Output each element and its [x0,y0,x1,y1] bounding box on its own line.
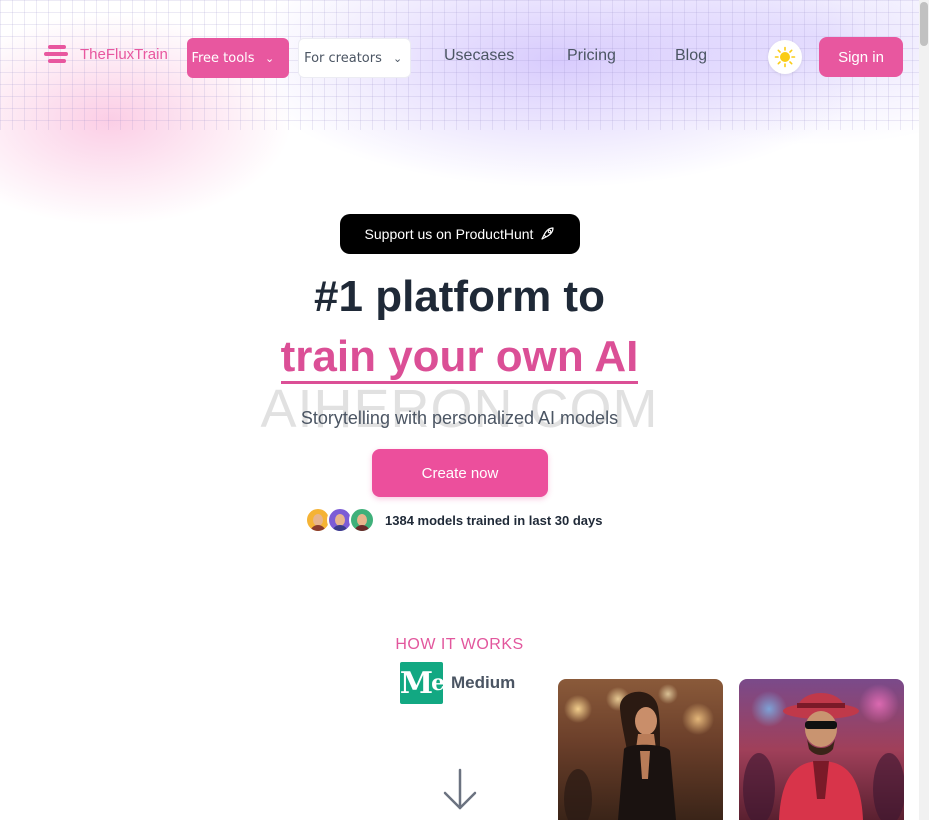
free-tools-label: Free tools [191,50,255,66]
producthunt-label: Support us on ProductHunt [364,226,534,242]
how-it-works-heading: HOW IT WORKS [395,636,524,653]
models-trained-count: 1384 models trained in last 30 days [385,512,603,528]
example-image-woman[interactable] [558,679,723,820]
hero-subtitle: Storytelling with personalized AI models [300,408,619,428]
scrollbar-thumb[interactable] [920,2,928,46]
example-image-man[interactable] [739,679,904,820]
chevron-down-icon: ⌄ [265,51,275,65]
theme-toggle-button[interactable] [768,40,802,74]
hero-headline-highlight: train your own AI [280,332,639,384]
social-proof: 1384 models trained in last 30 days [305,507,603,533]
nav-link-blog[interactable]: Blog [675,47,707,65]
free-tools-dropdown[interactable]: Free tools ⌄ [187,38,289,78]
brand-logo[interactable]: TheFluxTrain [44,44,168,64]
top-navbar: TheFluxTrain Free tools ⌄ For creators ⌄… [0,0,919,115]
producthunt-button[interactable]: Support us on ProductHunt [340,214,580,254]
man-figure [743,693,904,820]
avatar [349,507,375,533]
rocket-icon [541,227,555,240]
chevron-down-icon: ⌄ [393,51,403,65]
for-creators-dropdown[interactable]: For creators ⌄ [298,38,411,78]
medium-badge[interactable]: Me Medium [400,662,515,704]
medium-label: Medium [451,673,516,692]
create-now-button[interactable]: Create now [372,449,548,497]
sign-in-button[interactable]: Sign in [819,37,903,77]
sun-icon [774,46,796,68]
hero-headline-line1: #1 platform to [314,272,605,321]
for-creators-label: For creators [304,50,382,66]
hero-headline-line2: train your own AI [0,332,919,384]
arrow-down-icon [443,768,477,810]
nav-link-usecases[interactable]: Usecases [444,47,514,65]
menu-logo-icon [44,44,70,64]
nav-link-pricing[interactable]: Pricing [567,47,616,65]
woman-figure [564,691,676,820]
medium-logo-icon: Me [400,662,445,704]
brand-name: TheFluxTrain [80,45,168,63]
scrollbar[interactable] [919,0,929,820]
